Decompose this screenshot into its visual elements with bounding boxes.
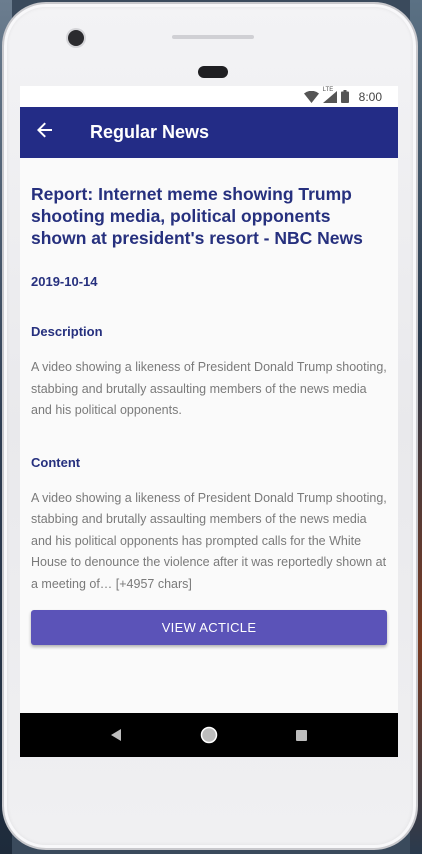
system-navigation-bar bbox=[20, 713, 398, 757]
earpiece-grille bbox=[172, 35, 254, 39]
nav-recents-square-icon[interactable] bbox=[296, 729, 308, 741]
network-type-label: LTE bbox=[322, 86, 334, 93]
battery-icon bbox=[340, 90, 349, 103]
app-bar: Regular News bbox=[20, 107, 398, 158]
app-bar-title: Regular News bbox=[90, 122, 210, 142]
nav-back-triangle-icon[interactable] bbox=[110, 729, 123, 741]
description-text: A video showing a likeness of President … bbox=[31, 360, 387, 417]
article-content: Report: Internet meme showing Trump shoo… bbox=[31, 158, 387, 595]
earpiece-speaker bbox=[198, 66, 228, 78]
status-bar: LTE 8:00 bbox=[20, 86, 398, 107]
back-button[interactable] bbox=[20, 107, 70, 158]
wifi-icon bbox=[303, 90, 319, 103]
content-text: A video showing a likeness of President … bbox=[31, 490, 387, 591]
arrow-back-icon bbox=[37, 122, 53, 143]
status-time: 8:00 bbox=[358, 89, 382, 104]
front-camera bbox=[68, 30, 84, 46]
content-label: Content bbox=[31, 454, 81, 470]
cell-signal-icon: LTE bbox=[322, 87, 337, 103]
article-title: Report: Internet meme showing Trump shoo… bbox=[31, 184, 363, 248]
article-date: 2019-10-14 bbox=[31, 274, 98, 289]
app-screen: LTE 8:00 Regular News Report: Internet m… bbox=[20, 86, 398, 757]
description-label: Description bbox=[31, 324, 103, 339]
nav-home-circle-icon[interactable] bbox=[200, 726, 218, 744]
view-article-button[interactable]: VIEW ACTICLE bbox=[31, 610, 387, 645]
